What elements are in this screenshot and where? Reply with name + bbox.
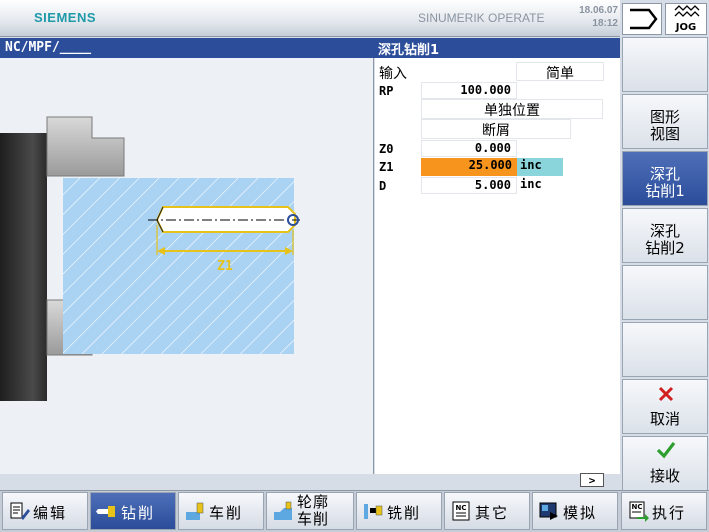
contour-turning-button[interactable]: 轮廓 车削: [266, 492, 354, 530]
accept-label: 接收: [649, 467, 680, 485]
deep-drilling-2-button[interactable]: 深孔 钻削2: [622, 208, 708, 263]
deep-drilling-1-label: 深孔 钻削1: [645, 165, 685, 200]
param-label-z1: Z1: [379, 160, 394, 174]
turning-button[interactable]: 车削: [178, 492, 264, 530]
drilling-label: 钻削: [121, 504, 156, 522]
right-softkey-5[interactable]: [622, 265, 708, 320]
input-mode-select[interactable]: 简单: [516, 62, 604, 82]
param-label-d: D: [379, 179, 387, 193]
graphic-view-button[interactable]: 图形 视图: [622, 94, 708, 149]
edit-icon: [10, 502, 30, 520]
edit-label: 编辑: [33, 504, 68, 522]
upper-jaw: [46, 116, 125, 177]
deep-drilling-2-label: 深孔 钻削2: [645, 222, 685, 257]
nc-misc-icon: NC: [452, 501, 470, 521]
chip-breaking-select[interactable]: 断屑: [421, 119, 571, 139]
contour-turning-icon: [274, 501, 292, 520]
right-softkey-6[interactable]: [622, 322, 708, 377]
accept-check-icon: [656, 442, 676, 459]
cancel-x-icon: [658, 386, 674, 402]
edit-button[interactable]: 编辑: [2, 492, 88, 530]
time-text: 18:12: [592, 18, 618, 29]
machine-area-button[interactable]: [622, 3, 662, 35]
date-text: 18.06.07: [579, 5, 618, 16]
cancel-label: 取消: [649, 410, 680, 428]
z1-dimension-label: Z1: [217, 259, 233, 274]
param-label-z0: Z0: [379, 142, 394, 156]
d-unit-select[interactable]: inc: [517, 177, 563, 194]
milling-button[interactable]: 铣削: [356, 492, 442, 530]
header-bar: SIEMENS SINUMERIK OPERATE 18.06.07 18:12: [0, 0, 620, 37]
jog-label: JOG: [675, 22, 697, 33]
graphic-view-label: 图形 视图: [649, 108, 680, 143]
misc-label: 其它: [475, 504, 510, 522]
cycle-title: 深孔钻削1: [378, 43, 440, 58]
z0-field[interactable]: 0.000: [421, 140, 517, 157]
datetime: 18.06.07 18:12: [570, 4, 618, 30]
accept-button[interactable]: 接收: [622, 436, 708, 491]
nc-execute-icon: NC: [629, 501, 649, 522]
svg-text:NC: NC: [632, 503, 643, 511]
z1-field[interactable]: 25.000: [421, 158, 517, 176]
cancel-button[interactable]: 取消: [622, 379, 708, 434]
contour-turning-label: 轮廓 车削: [297, 493, 330, 528]
chuck-body: [0, 133, 47, 401]
param-label-rp: RP: [379, 84, 394, 98]
machine-area-icon: [630, 8, 658, 30]
z1-unit-select[interactable]: inc: [517, 158, 563, 176]
misc-button[interactable]: NC 其它: [444, 492, 530, 530]
drilling-icon: [96, 506, 115, 517]
milling-icon: [364, 504, 383, 519]
program-path: NC/MPF/____: [5, 40, 92, 55]
turning-icon: [186, 502, 204, 520]
right-softkey-1[interactable]: [622, 37, 708, 92]
workpiece: [63, 178, 294, 354]
parameter-panel: 输入 简单 RP 100.000 单独位置 断屑 Z0 0.000 Z1 25.…: [375, 58, 620, 487]
position-mode-select[interactable]: 单独位置: [421, 99, 603, 119]
turning-label: 车削: [209, 504, 244, 522]
simulation-icon: [539, 502, 558, 520]
jog-wave-icon: [674, 5, 700, 17]
help-graphic: Z1: [0, 58, 374, 474]
milling-label: 铣削: [387, 504, 422, 522]
drilling-button[interactable]: 钻削: [90, 492, 176, 530]
deep-drilling-diagram: Z1: [0, 116, 300, 401]
rp-field[interactable]: 100.000: [421, 82, 517, 99]
execute-label: 执行: [652, 504, 687, 522]
scroll-indicator[interactable]: >: [580, 473, 604, 487]
simulation-button[interactable]: 模拟: [532, 492, 618, 530]
deep-drilling-1-button[interactable]: 深孔 钻削1: [622, 151, 708, 206]
d-field[interactable]: 5.000: [421, 177, 517, 194]
param-label-input: 输入: [379, 66, 407, 82]
svg-text:NC: NC: [456, 504, 467, 512]
product-name: SINUMERIK OPERATE: [418, 11, 545, 25]
execute-button[interactable]: NC 执行: [621, 492, 707, 530]
simulation-label: 模拟: [563, 504, 598, 522]
title-bar: NC/MPF/____ 深孔钻削1: [0, 38, 620, 58]
jog-mode-button[interactable]: JOG: [665, 3, 707, 35]
siemens-logo: SIEMENS: [34, 10, 97, 25]
